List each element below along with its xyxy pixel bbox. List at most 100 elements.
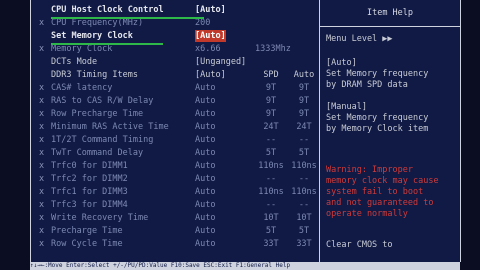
help-clear-cmos: Clear CMOS to [326,240,393,250]
auto-value: -- [298,135,310,145]
setting-row[interactable]: CPU Host Clock Control [Auto] [31,4,319,16]
setting-value[interactable]: [Unganged] [195,56,246,68]
setting-row[interactable]: x Minimum RAS Active Time Auto 24T 24T [31,121,319,133]
locked-marker: x [39,174,45,184]
setting-row[interactable]: x Trfc0 for DIMM1 Auto 110ns 110ns [31,160,319,172]
auto-value: 9T [298,83,310,93]
help-line: [Auto] [326,58,357,68]
spd-value: 5T [265,148,277,158]
spd-value: 10T [263,213,279,223]
setting-row[interactable]: x Precharge Time Auto 5T 5T [31,225,319,237]
setting-label: Trfc3 for DIMM4 [51,200,128,210]
setting-value[interactable]: Auto [195,238,215,250]
setting-label: 1T/2T Command Timing [51,135,154,145]
auto-value: Auto [293,70,315,80]
setting-label: RAS to CAS R/W Delay [51,96,154,106]
setting-label: Row Cycle Time [51,239,123,249]
setting-row[interactable]: x TwTr Command Delay Auto 5T 5T [31,147,319,159]
auto-value: 33T [296,239,312,249]
locked-marker: x [39,96,45,106]
bios-screen: CPU Host Clock Control [Auto] x CPU Frequen… [0,0,480,270]
auto-value: 110ns [291,161,317,171]
auto-value: 5T [298,148,310,158]
setting-row[interactable]: x RAS to CAS R/W Delay Auto 9T 9T [31,95,319,107]
setting-value[interactable]: [Auto] [195,30,226,42]
locked-marker: x [39,161,45,171]
auto-value: 24T [296,122,312,132]
spd-value: -- [265,200,277,210]
setting-label: CPU Host Clock Control [51,5,164,15]
setting-row[interactable]: x Row Cycle Time Auto 33T 33T [31,238,319,250]
locked-marker: x [39,226,45,236]
auto-value: -- [298,200,310,210]
setting-row[interactable]: x 1T/2T Command Timing Auto -- -- [31,134,319,146]
auto-value: 5T [298,226,310,236]
locked-marker: x [39,213,45,223]
help-line: Set Memory frequency [326,69,429,79]
spd-value: 1333Mhz [255,44,291,54]
setting-label: Row Precharge Time [51,109,144,119]
setting-value[interactable]: Auto [195,108,215,120]
warning-line: Warning: Improper [326,165,413,175]
setting-label: DDR3 Timing Items [51,70,138,80]
setting-row[interactable]: DDR3 Timing Items [Auto] SPD Auto [31,69,319,81]
auto-value: 10T [296,213,312,223]
setting-value[interactable]: Auto [195,121,215,133]
footer-keys: ↑↓→←:Move Enter:Select +/-/PU/PD:Value F… [30,262,460,270]
spd-value: SPD [263,70,279,80]
setting-row[interactable]: Set Memory Clock [Auto] [31,30,319,42]
menu-level: Menu Level ▶▶ [326,34,393,44]
spd-value: 5T [265,226,277,236]
setting-value[interactable]: [Auto] [195,4,226,16]
setting-value[interactable]: Auto [195,82,215,94]
setting-value[interactable]: x6.66 [195,43,221,55]
spd-value: 9T [265,96,277,106]
setting-value[interactable]: [Auto] [195,69,226,81]
setting-row[interactable]: x Row Precharge Time Auto 9T 9T [31,108,319,120]
help-line: Set Memory frequency [326,113,429,123]
auto-value: 9T [298,109,310,119]
setting-label: Minimum RAS Active Time [51,122,169,132]
spd-value: 33T [263,239,279,249]
setting-label: Trfc0 for DIMM1 [51,161,128,171]
warning-line: operate normally [326,209,408,219]
locked-marker: x [39,135,45,145]
spd-value: 9T [265,109,277,119]
locked-marker: x [39,44,45,54]
auto-value: -- [298,174,310,184]
locked-marker: x [39,148,45,158]
warning-line: memory clock may cause [326,176,439,186]
setting-value[interactable]: Auto [195,225,215,237]
help-divider [320,26,460,27]
spd-value: 9T [265,83,277,93]
auto-value: 9T [298,96,310,106]
selection-underline-cpu-host [51,17,204,19]
help-line: by Memory Clock item [326,124,429,134]
spd-value: 24T [263,122,279,132]
setting-row[interactable]: x Trfc1 for DIMM3 Auto 110ns 110ns [31,186,319,198]
setting-value[interactable]: Auto [195,147,215,159]
item-help-panel: Item Help Menu Level ▶▶ [Auto] Set Memory… [320,0,461,262]
settings-panel: CPU Host Clock Control [Auto] x CPU Frequen… [30,0,320,262]
selection-underline-memory-clock [51,43,163,45]
setting-row[interactable]: x Trfc2 for DIMM2 Auto -- -- [31,173,319,185]
setting-value[interactable]: Auto [195,134,215,146]
setting-label: DCTs Mode [51,57,98,67]
setting-value[interactable]: Auto [195,199,215,211]
setting-value[interactable]: Auto [195,212,215,224]
setting-value[interactable]: Auto [195,95,215,107]
spd-value: 110ns [258,187,284,197]
setting-row[interactable]: x Trfc3 for DIMM4 Auto -- -- [31,199,319,211]
setting-label: CAS# latency [51,83,113,93]
setting-row[interactable]: x Write Recovery Time Auto 10T 10T [31,212,319,224]
setting-row[interactable]: DCTs Mode [Unganged] [31,56,319,68]
setting-row[interactable]: x CAS# latency Auto 9T 9T [31,82,319,94]
setting-value[interactable]: Auto [195,186,215,198]
spd-value: -- [265,174,277,184]
setting-label: Trfc1 for DIMM3 [51,187,128,197]
setting-value[interactable]: Auto [195,160,215,172]
locked-marker: x [39,109,45,119]
setting-value[interactable]: Auto [195,173,215,185]
setting-label: TwTr Command Delay [51,148,144,158]
auto-value: 110ns [291,187,317,197]
